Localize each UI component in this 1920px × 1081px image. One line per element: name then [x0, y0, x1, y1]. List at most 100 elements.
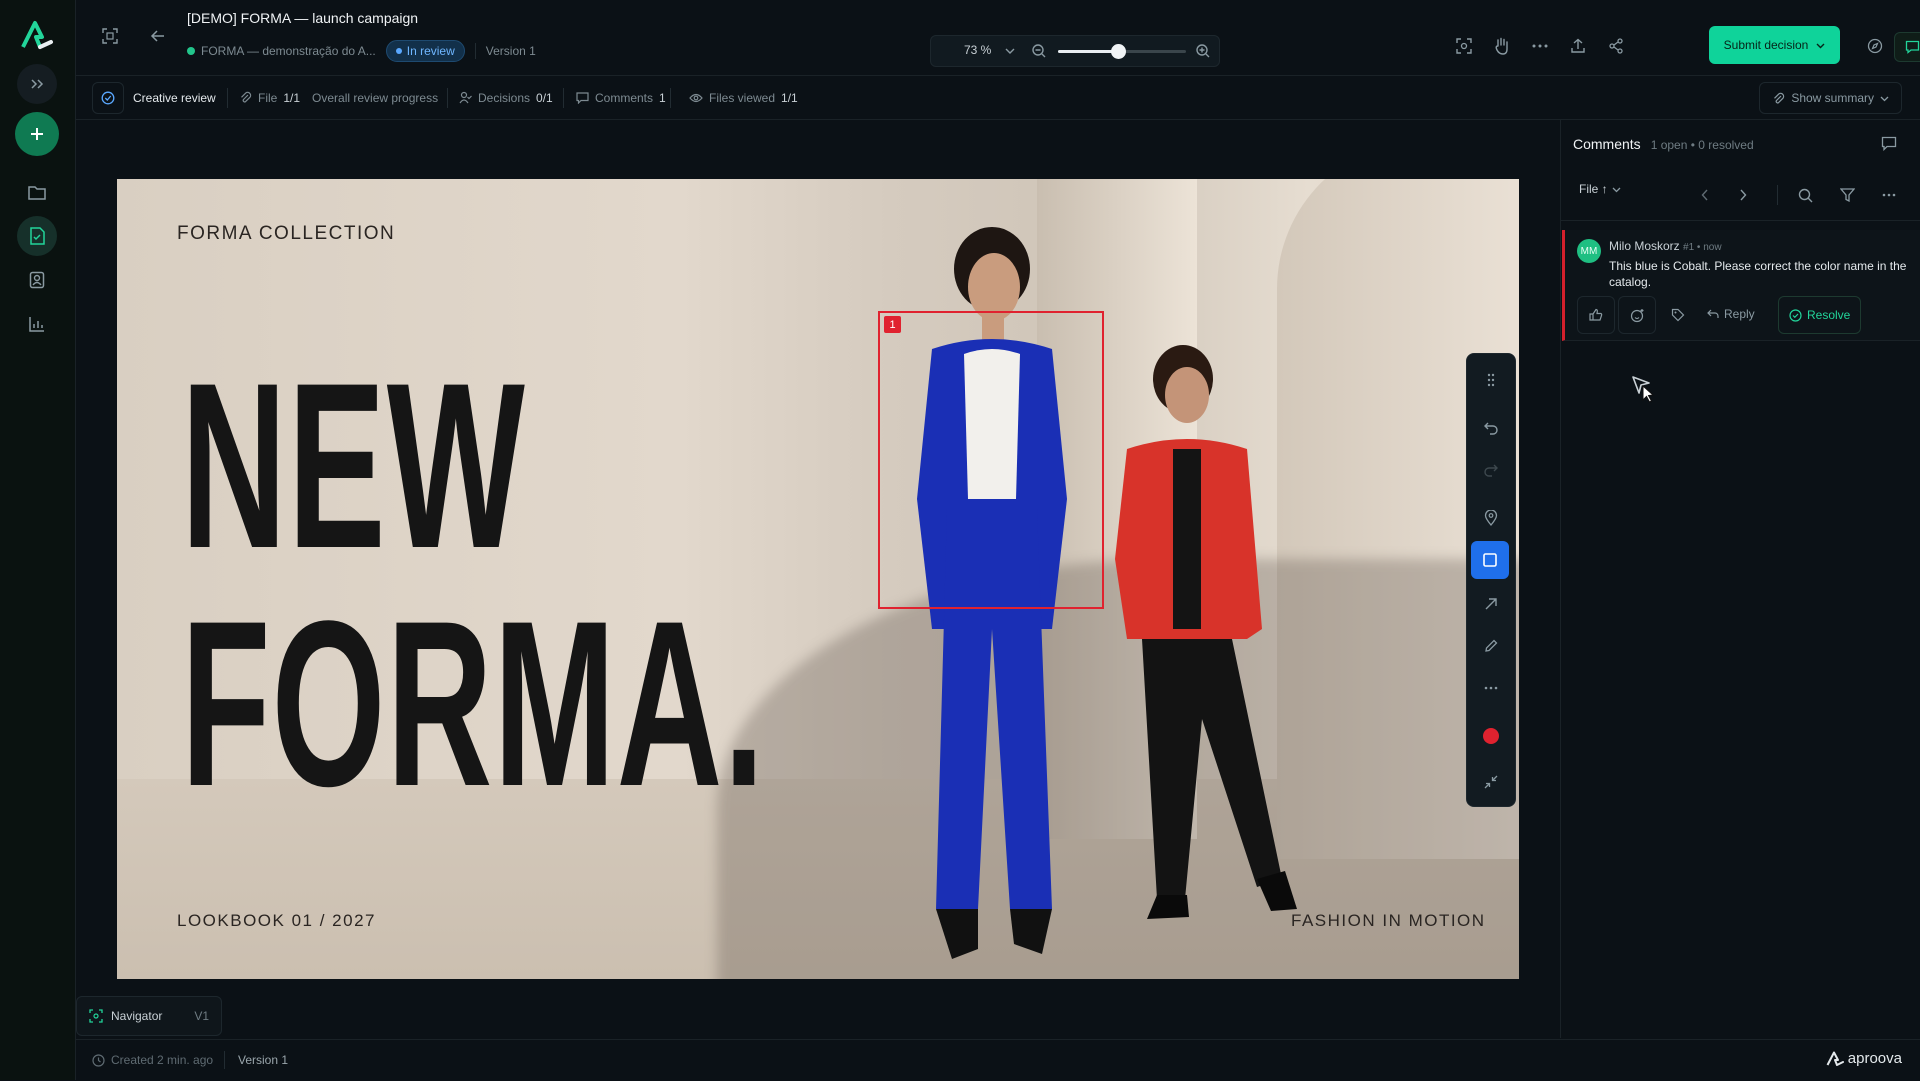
file-sort-select[interactable]: File ↑ [1579, 182, 1621, 196]
scan-icon [1456, 38, 1472, 54]
fit-to-screen-button[interactable] [1450, 32, 1478, 60]
thumbs-up-icon [1589, 308, 1603, 321]
artwork-image[interactable]: FORMA COLLECTION NEW FORMA. LOOKBOOK 01 … [117, 179, 1519, 979]
navigator-toggle[interactable]: Navigator V1 [76, 996, 222, 1036]
ellipsis-icon [1484, 686, 1498, 690]
resolve-button[interactable]: Resolve [1778, 296, 1862, 334]
annotation-rectangle[interactable]: 1 [878, 311, 1104, 609]
ellipsis-icon [1882, 193, 1896, 197]
more-tools-button[interactable] [1475, 672, 1507, 704]
share-button[interactable] [1602, 32, 1630, 60]
zoom-value[interactable]: 73 % [964, 43, 991, 57]
reply-label: Reply [1724, 307, 1755, 321]
back-button[interactable] [144, 22, 172, 50]
page-title: [DEMO] FORMA — launch campaign [187, 10, 419, 26]
document-check-icon [30, 227, 45, 245]
zoom-slider-track[interactable] [1058, 44, 1186, 59]
color-picker[interactable] [1475, 720, 1507, 752]
redo-button[interactable] [1475, 454, 1507, 486]
version-label[interactable]: Version 1 [486, 44, 536, 58]
review-mode-button[interactable] [92, 82, 124, 114]
drag-handle[interactable] [1475, 364, 1507, 396]
expand-sidebar-button[interactable] [17, 64, 57, 104]
paperclip-icon [241, 91, 252, 103]
nav-reviews[interactable] [17, 216, 57, 256]
create-button[interactable] [15, 112, 59, 156]
undo-button[interactable] [1475, 412, 1507, 444]
previous-comment-button[interactable] [1691, 181, 1719, 209]
status-bar: Created 2 min. ago Version 1 aproova [76, 1039, 1920, 1081]
paperclip-icon [1774, 92, 1785, 103]
chevron-down-icon[interactable] [1005, 47, 1015, 55]
breadcrumb: FORMA — demonstração do A... In review V… [187, 40, 536, 62]
annotation-marker[interactable]: 1 [884, 316, 901, 333]
project-status-dot [187, 47, 195, 55]
footer-version[interactable]: Version 1 [238, 1053, 288, 1067]
files-viewed-status[interactable]: Files viewed 1/1 [689, 76, 798, 119]
tag-button[interactable] [1659, 296, 1697, 334]
lookbook-label: LOOKBOOK 01 / 2027 [177, 911, 376, 930]
hand-icon [1495, 37, 1508, 55]
decisions-value: 0/1 [536, 90, 553, 105]
avatar: MM [1577, 239, 1601, 263]
status-badge[interactable]: In review [385, 40, 465, 62]
nav-contacts[interactable] [17, 260, 57, 300]
add-reaction-button[interactable] [1618, 296, 1656, 334]
comments-more-button[interactable] [1875, 181, 1903, 209]
top-bar: [DEMO] FORMA — launch campaign FORMA — d… [76, 0, 1920, 76]
brand-name: aproova [1847, 1050, 1902, 1067]
created-label: Created 2 min. ago [111, 1053, 214, 1067]
comments-summary: 1 open • 0 resolved [1650, 138, 1754, 152]
zoom-out-icon[interactable] [1031, 43, 1047, 59]
arrow-tool[interactable] [1475, 588, 1507, 620]
zoom-in-icon[interactable] [1195, 43, 1211, 59]
comments-label: Comments [595, 90, 654, 105]
comments-title: Comments [1573, 136, 1641, 152]
comments-value: 1 [659, 90, 666, 105]
collapse-tools-button[interactable] [1475, 766, 1507, 798]
show-summary-button[interactable]: Show summary [1759, 82, 1902, 114]
like-button[interactable] [1577, 296, 1615, 334]
grip-icon [1487, 373, 1495, 387]
export-button[interactable] [1564, 32, 1592, 60]
files-viewed-label: Files viewed [709, 90, 776, 105]
navigator-label: Navigator [111, 1009, 163, 1023]
resolve-label: Resolve [1807, 308, 1851, 322]
decisions-label: Decisions [478, 90, 531, 105]
search-icon [1798, 188, 1812, 202]
comment-cursor-icon [1632, 376, 1655, 403]
clock-icon [92, 1054, 105, 1067]
pin-tool[interactable] [1475, 502, 1507, 534]
rectangle-tool[interactable] [1471, 541, 1509, 579]
chevron-right-icon [1740, 189, 1747, 201]
decisions-status[interactable]: Decisions 0/1 [459, 76, 553, 119]
filter-comments-button[interactable] [1833, 181, 1861, 209]
comments-header: Comments 1 open • 0 resolved [1573, 136, 1754, 152]
app-logo[interactable] [20, 20, 54, 50]
file-sort-label: File ↑ [1579, 182, 1608, 196]
project-link[interactable]: FORMA — demonstração do A... [187, 44, 376, 58]
nav-analytics[interactable] [17, 304, 57, 344]
collection-title: FORMA COLLECTION [177, 223, 396, 244]
comments-status[interactable]: Comments 1 [576, 76, 666, 119]
pen-tool[interactable] [1475, 630, 1507, 662]
submit-decision-button[interactable]: Submit decision [1709, 26, 1840, 64]
search-comments-button[interactable] [1791, 181, 1819, 209]
comment-card[interactable]: MM Milo Moskorz #1 • now This blue is Co… [1562, 230, 1920, 341]
zoom-slider-thumb[interactable] [1111, 44, 1127, 59]
compass-button[interactable] [1861, 32, 1889, 60]
focus-mode-button[interactable] [96, 22, 124, 50]
reply-button[interactable]: Reply [1707, 296, 1755, 332]
nav-projects[interactable] [17, 172, 57, 212]
pencil-icon [1485, 639, 1498, 652]
folder-icon [28, 186, 46, 200]
comments-toggle-button[interactable]: 1 [1894, 32, 1920, 62]
review-mode-label: Creative review [133, 90, 216, 105]
comment-panel-icon[interactable] [1881, 136, 1897, 151]
zoom-control: 73 % [930, 35, 1220, 67]
pan-tool-button[interactable] [1488, 32, 1516, 60]
file-progress[interactable]: File 1/1 Overall review progress [239, 76, 438, 119]
arrow-up-right-icon [1485, 598, 1497, 610]
next-comment-button[interactable] [1729, 181, 1757, 209]
more-options-button[interactable] [1526, 32, 1554, 60]
